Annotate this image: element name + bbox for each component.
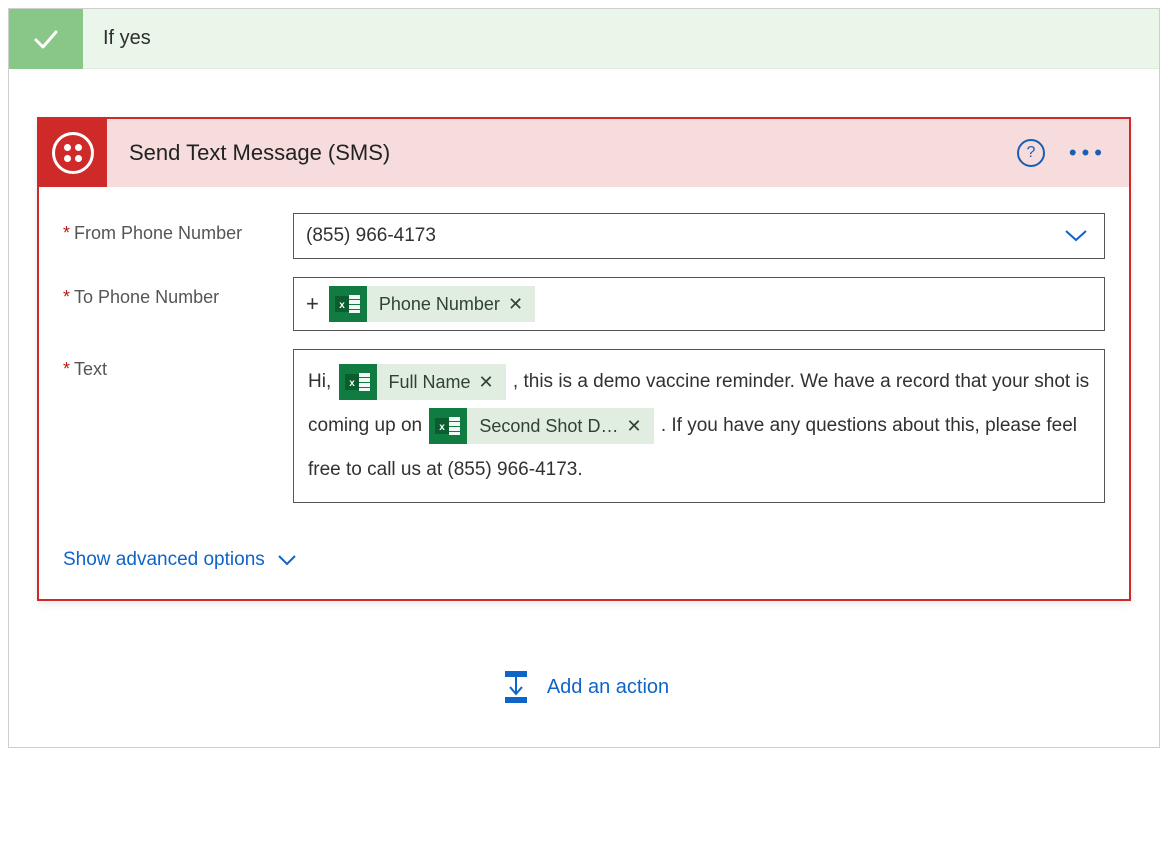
- remove-token-icon[interactable]: ✕: [508, 294, 523, 315]
- excel-icon: x: [429, 408, 467, 444]
- action-title: Send Text Message (SMS): [107, 140, 1017, 166]
- add-action-button[interactable]: Add an action: [37, 601, 1131, 727]
- insert-step-icon: [499, 671, 533, 703]
- svg-text:x: x: [349, 378, 355, 389]
- from-phone-value: (855) 966-4173: [306, 225, 436, 247]
- to-phone-input[interactable]: + x Phone Number ✕: [293, 277, 1105, 331]
- excel-icon: x: [329, 286, 367, 322]
- from-phone-dropdown[interactable]: (855) 966-4173: [293, 213, 1105, 259]
- from-phone-row: *From Phone Number (855) 966-4173: [63, 213, 1105, 259]
- text-row: *Text Hi, x Full Name ✕ , this is a demo…: [63, 349, 1105, 503]
- chevron-down-icon: [277, 554, 297, 566]
- show-advanced-options-link[interactable]: Show advanced options: [39, 511, 1129, 599]
- to-phone-prefix: +: [306, 291, 319, 317]
- message-part3: . If you have any questions about this, …: [308, 415, 1077, 480]
- action-header[interactable]: Send Text Message (SMS) ? •••: [39, 119, 1129, 187]
- message-part1: Hi,: [308, 371, 331, 392]
- add-action-label: Add an action: [547, 676, 669, 699]
- svg-text:x: x: [339, 300, 345, 311]
- token-phone-number[interactable]: x Phone Number ✕: [329, 286, 535, 322]
- send-sms-action-card: Send Text Message (SMS) ? ••• *From Phon…: [37, 117, 1131, 601]
- check-icon: [9, 9, 83, 69]
- token-second-shot-date[interactable]: x Second Shot D… ✕: [429, 408, 653, 444]
- svg-text:x: x: [440, 422, 446, 433]
- remove-token-icon[interactable]: ✕: [479, 360, 494, 404]
- remove-token-icon[interactable]: ✕: [626, 404, 641, 448]
- if-yes-branch-panel: If yes Send Text Message (SMS) ? ••• *Fr: [8, 8, 1160, 748]
- action-form: *From Phone Number (855) 966-4173 *To Ph…: [39, 187, 1129, 511]
- to-phone-label: *To Phone Number: [63, 277, 293, 308]
- from-phone-label: *From Phone Number: [63, 213, 293, 244]
- to-phone-row: *To Phone Number + x Phone Number ✕: [63, 277, 1105, 331]
- token-full-name[interactable]: x Full Name ✕: [339, 364, 506, 400]
- condition-title: If yes: [83, 27, 151, 50]
- twilio-icon: [39, 119, 107, 187]
- excel-icon: x: [339, 364, 377, 400]
- text-input[interactable]: Hi, x Full Name ✕ , this is a demo vacci…: [293, 349, 1105, 503]
- more-menu-icon[interactable]: •••: [1069, 150, 1107, 156]
- chevron-down-icon: [1064, 229, 1088, 243]
- condition-header[interactable]: If yes: [9, 9, 1159, 69]
- text-label: *Text: [63, 349, 293, 380]
- branch-body: Send Text Message (SMS) ? ••• *From Phon…: [9, 69, 1159, 747]
- help-icon[interactable]: ?: [1017, 139, 1045, 167]
